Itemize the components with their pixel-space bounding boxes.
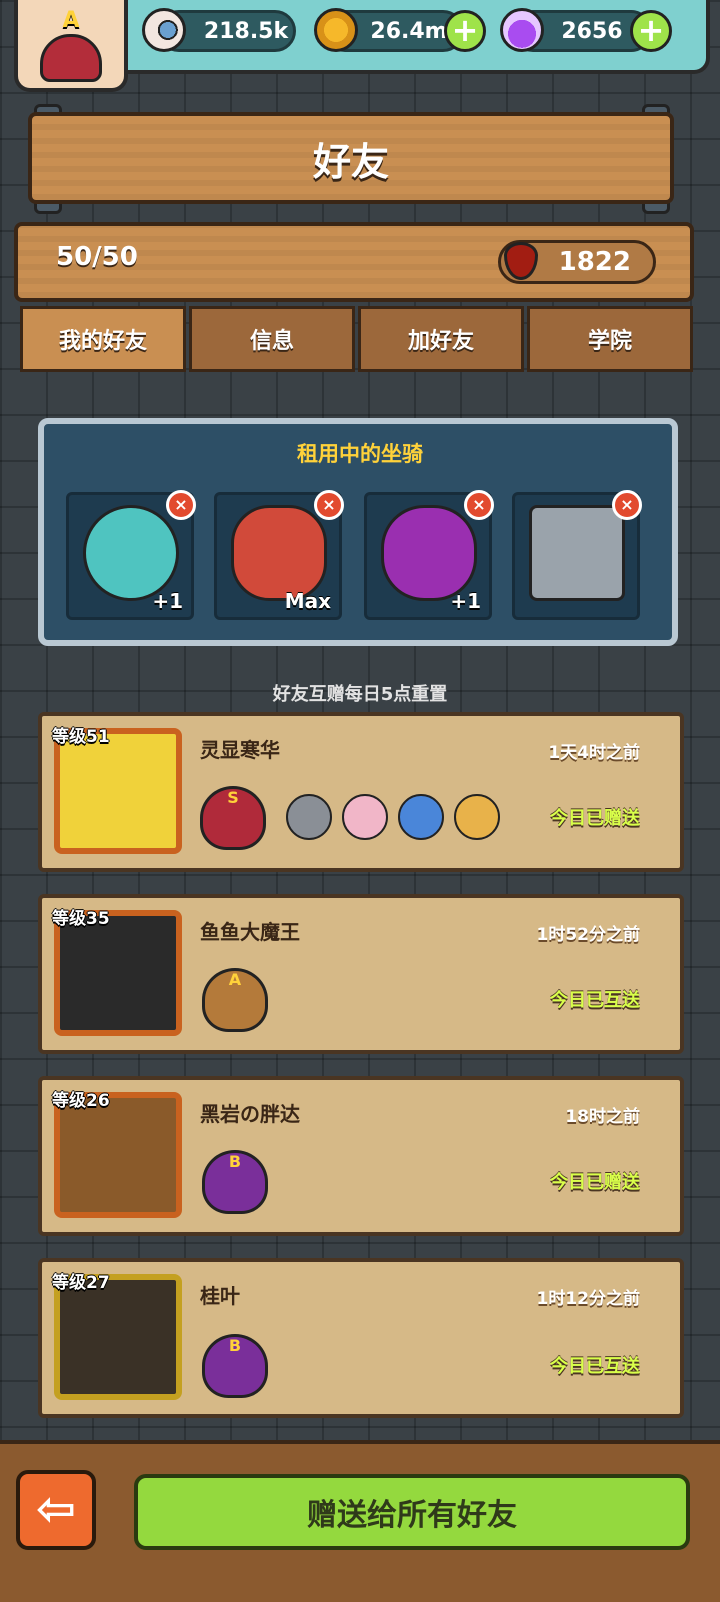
friend-name-4: 桂叶: [200, 1284, 240, 1308]
friend-rank-1: S: [227, 788, 239, 807]
tab-bar: 我的好友 信息 加好友 学院: [20, 306, 696, 372]
mount-creature-1: [83, 505, 179, 601]
tab-my-friends[interactable]: 我的好友: [20, 306, 186, 372]
friend-last-seen-2: 1时52分之前: [536, 925, 641, 945]
mount-creature-4: [529, 505, 625, 601]
blood-count: 1822: [558, 247, 631, 277]
friend-last-seen-3: 18时之前: [565, 1107, 640, 1127]
tab-academy[interactable]: 学院: [527, 306, 693, 372]
mount-level-2: Max: [284, 589, 331, 613]
friend-rank-badge-1: S: [200, 786, 266, 850]
friend-1-monster-icon-2: [342, 794, 388, 840]
mount-level-1: +1: [152, 589, 183, 613]
friend-level-2: 等级35: [52, 909, 110, 929]
remove-mount-3-button[interactable]: ×: [464, 490, 494, 520]
friend-rank-badge-2: A: [202, 968, 268, 1032]
friend-level-4: 等级27: [52, 1273, 110, 1293]
friend-rank-badge-3: B: [202, 1150, 268, 1214]
remove-mount-2-button[interactable]: ×: [314, 490, 344, 520]
add-coin-button[interactable]: +: [444, 10, 486, 52]
friend-rank-badge-4: B: [202, 1334, 268, 1398]
friend-last-seen-1: 1天4时之前: [548, 743, 640, 763]
remove-mount-4-button[interactable]: ×: [612, 490, 642, 520]
mount-creature-2: [231, 505, 327, 601]
tab-add-friend[interactable]: 加好友: [358, 306, 524, 372]
friend-1-monster-icon-3: [398, 794, 444, 840]
remove-mount-1-button[interactable]: ×: [166, 490, 196, 520]
friend-gift-status-1: 今日已赠送: [550, 808, 640, 829]
friend-gift-status-3: 今日已赠送: [550, 1172, 640, 1193]
friend-1-monster-icon-1: [286, 794, 332, 840]
rank-monster-icon: [40, 34, 102, 82]
back-button[interactable]: ⇦: [16, 1470, 96, 1550]
coin-icon: [314, 8, 358, 52]
page-title: 好友: [312, 139, 389, 184]
mount-creature-3: [381, 505, 477, 601]
friend-rank-2: A: [228, 970, 242, 989]
player-rank-letter: A: [62, 8, 80, 33]
friend-gift-status-2: 今日已互送: [550, 990, 640, 1011]
tab-messages[interactable]: 信息: [189, 306, 355, 372]
friend-level-3: 等级26: [52, 1091, 110, 1111]
potion-count: 2656: [561, 18, 623, 44]
friend-name-2: 鱼鱼大魔王: [200, 920, 300, 944]
friend-level-1: 等级51: [52, 727, 110, 747]
friend-last-seen-4: 1时12分之前: [536, 1289, 641, 1309]
friend-name-3: 黑岩の胖达: [200, 1102, 300, 1126]
add-potion-button[interactable]: +: [630, 10, 672, 52]
reset-note: 好友互赠每日5点重置: [272, 684, 448, 705]
player-rank-badge[interactable]: A: [14, 0, 128, 92]
friend-name-1: 灵显寒华: [200, 738, 280, 762]
potion-icon: [500, 8, 544, 52]
friend-rank-4: B: [228, 1336, 242, 1355]
friend-rank-3: B: [228, 1152, 242, 1171]
gift-all-friends-button[interactable]: 赠送给所有好友: [134, 1474, 690, 1550]
mounts-title: 租用中的坐骑: [297, 442, 423, 466]
eyeball-icon: [142, 8, 186, 52]
friend-gift-status-4: 今日已互送: [550, 1356, 640, 1377]
friend-count: 50/50: [56, 242, 138, 272]
title-plank: 好友: [28, 112, 674, 204]
mount-level-3: +1: [450, 589, 481, 613]
